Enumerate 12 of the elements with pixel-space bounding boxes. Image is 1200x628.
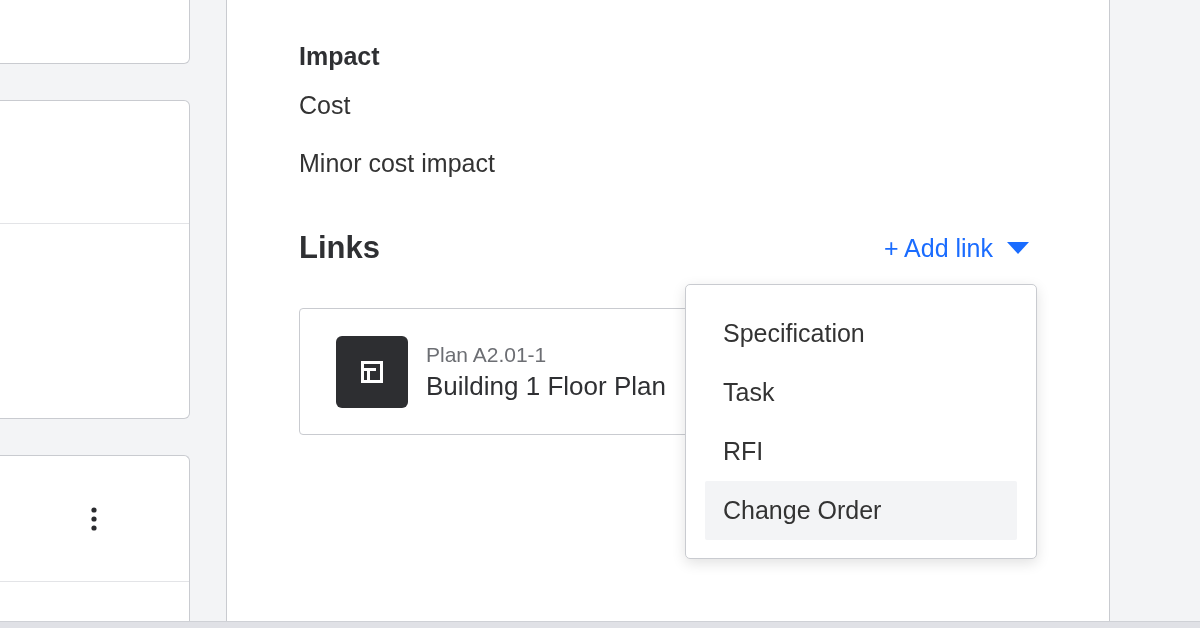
caret-icon[interactable] [1007,242,1029,254]
impact-type: Cost [299,90,352,120]
floor-plan-icon [336,335,408,408]
add-link-button[interactable]: + Add link [883,233,993,263]
section-heading: Links [299,229,380,267]
menu-item[interactable]: Change Order [705,481,1017,540]
more-options-icon[interactable] [91,506,97,531]
section-heading: Impact [299,41,381,72]
plan-title: Building 1 Floor Plan [426,369,666,403]
menu-item[interactable]: Task [705,363,1017,422]
plan-number: Plan A2.01-1 [426,341,548,368]
impact-description: Minor cost impact [299,148,496,178]
